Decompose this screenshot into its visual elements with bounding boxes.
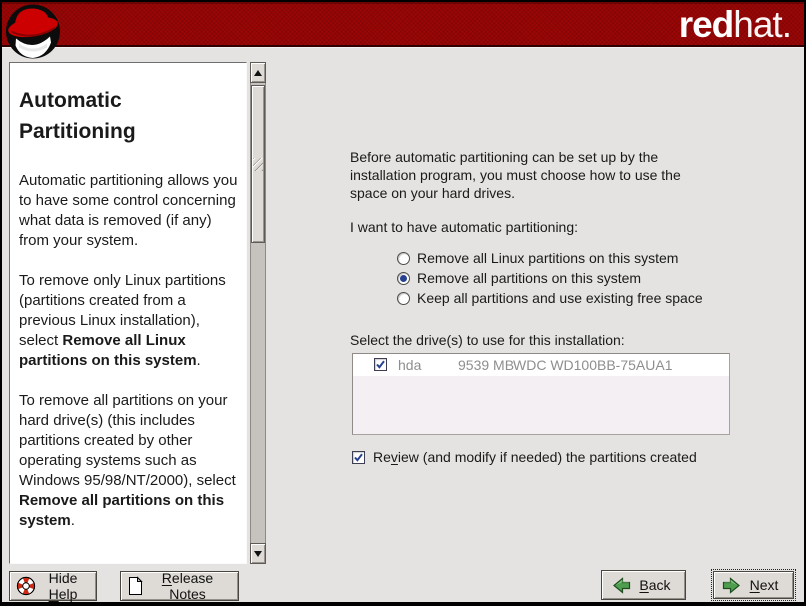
scroll-down-button[interactable] [250,543,266,564]
check-icon [353,452,364,463]
radio-remove-all-partitions[interactable]: Remove all partitions on this system [397,268,703,288]
drive-list: hda 9539 MB WDC WD100BB-75AUA1 [352,353,730,435]
radio-keep-all-partitions[interactable]: Keep all partitions and use existing fre… [397,288,703,308]
radio-selected-icon [397,272,410,285]
label-text: ack [649,577,671,593]
life-ring-icon [16,576,36,596]
label-mnemonic: B [639,577,648,593]
label-mnemonic: R [162,570,172,586]
release-notes-button[interactable]: Release Notes [120,571,239,601]
radio-icon [397,252,410,265]
label-text: Re [373,449,391,465]
help-text-bold: Remove all partitions on this system [19,492,224,529]
help-panel: Automatic Partitioning Automatic partiti… [9,62,247,564]
review-checkbox-checked[interactable] [352,451,365,464]
banner: redhat. [2,2,804,47]
intro-text: Before automatic partitioning can be set… [350,148,696,202]
label-text: Hide [49,570,78,586]
scroll-up-button[interactable] [250,62,266,83]
back-button[interactable]: Back [601,570,686,600]
back-label: Back [631,577,679,593]
radio-label: Remove all partitions on this system [417,270,641,286]
next-button[interactable]: Next [713,571,794,599]
label-text: ext [760,577,779,593]
scroll-up-icon [254,70,262,76]
drive-select-label: Select the drive(s) to use for this inst… [350,332,625,348]
scrollbar-thumb[interactable] [251,85,265,243]
thumb-grip-icon [253,158,263,171]
help-text: . [71,512,75,529]
partitioning-prompt: I want to have automatic partitioning: [350,219,578,235]
label-text: iew (and modify if needed) the partition… [398,449,697,465]
label-text: elease Notes [169,570,213,602]
review-partitions-checkbox-row[interactable]: Review (and modify if needed) the partit… [352,449,697,465]
partitioning-options: Remove all Linux partitions on this syst… [397,248,703,308]
help-paragraph-2: To remove only Linux partitions (partiti… [19,271,238,371]
radio-icon [397,292,410,305]
redhat-wordmark: redhat. [679,4,791,45]
back-arrow-icon [612,577,631,594]
drive-row-hda[interactable]: hda 9539 MB WDC WD100BB-75AUA1 [353,354,729,376]
help-text: . [197,352,201,369]
release-notes-label: Release Notes [143,570,232,602]
wordmark-bold: red [679,4,734,45]
radio-label: Remove all Linux partitions on this syst… [417,250,678,266]
help-text: Automatic partitioning allows you to hav… [19,172,237,249]
label-mnemonic: v [391,449,398,465]
scrollbar-trough[interactable] [250,83,266,543]
next-label: Next [741,577,787,593]
scroll-down-icon [254,551,262,557]
radio-label: Keep all partitions and use existing fre… [417,290,703,306]
review-checkbox-label: Review (and modify if needed) the partit… [373,449,697,465]
document-icon [127,576,143,596]
help-paragraph-1: Automatic partitioning allows you to hav… [19,171,238,251]
drive-checkbox-checked[interactable] [374,358,387,371]
help-title: Automatic Partitioning [19,85,204,147]
help-paragraph-3: To remove all partitions on your hard dr… [19,391,238,531]
next-button-focus-ring: Next [711,569,796,601]
next-arrow-icon [722,577,741,594]
redhat-shadowman-logo-icon [5,3,61,60]
wordmark-regular: hat [733,4,781,45]
drive-size: 9539 MB [458,357,514,373]
label-mnemonic: H [49,586,59,602]
hide-help-button[interactable]: Hide Help [9,571,97,601]
hide-help-label: Hide Help [36,570,90,602]
radio-remove-linux-partitions[interactable]: Remove all Linux partitions on this syst… [397,248,703,268]
check-icon [375,359,386,370]
drive-model: WDC WD100BB-75AUA1 [513,357,673,373]
label-text: elp [59,586,78,602]
help-scrollbar[interactable] [250,62,266,564]
installer-window: redhat. Automatic Partitioning Automatic… [0,0,806,606]
wordmark-period: . [782,4,791,45]
drive-device: hda [398,357,421,373]
label-mnemonic: N [750,577,760,593]
help-text: To remove all partitions on your hard dr… [19,392,236,489]
